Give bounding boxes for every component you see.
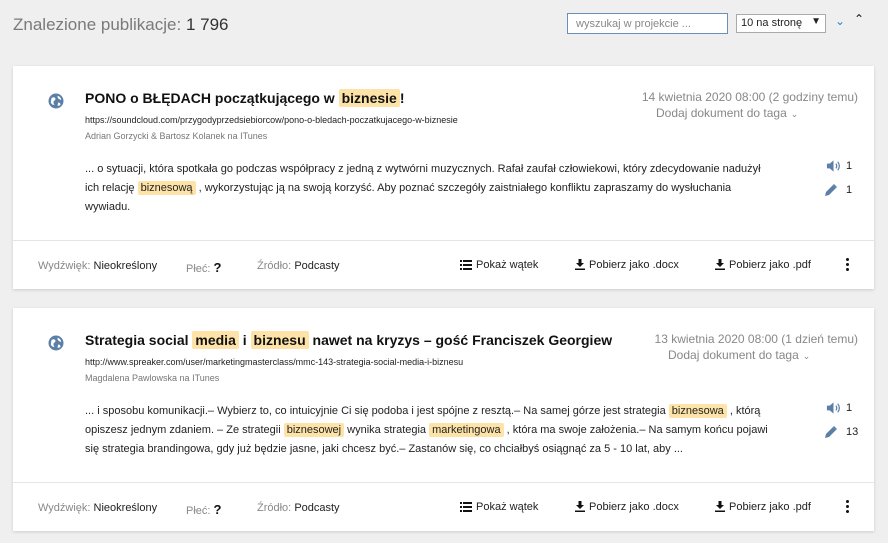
edit-count-value: 13	[846, 426, 859, 438]
result-source: Magdalena Pawlowska na ITunes	[85, 373, 220, 383]
result-footer: Wydźwięk: Nieokreślony Płeć: ? Źródło: P…	[13, 483, 874, 531]
sentiment-field: Wydźwięk: Nieokreślony	[38, 502, 157, 514]
collapse-all-chevron-up-icon[interactable]: ⌃	[854, 12, 864, 26]
show-thread-button[interactable]: Pokaż wątek	[460, 501, 538, 513]
download-pdf-label: Pobierz jako .pdf	[729, 501, 811, 513]
results-count: Znalezione publikacje: 1 796	[13, 15, 229, 35]
chevron-down-icon: ⌄	[790, 109, 799, 119]
result-card: Strategia social media i biznesu nawet n…	[13, 308, 874, 531]
excerpt-highlight: biznesowej	[283, 423, 345, 437]
gender-label: Płeć:	[186, 505, 211, 517]
sentiment-field: Wydźwięk: Nieokreślony	[38, 260, 157, 272]
download-docx-label: Pobierz jako .docx	[589, 259, 679, 271]
title-text: Strategia social	[85, 332, 193, 348]
excerpt-text: wynika strategia	[344, 424, 430, 436]
add-to-tag-dropdown[interactable]: Dodaj dokument do taga ⌄	[656, 106, 798, 120]
source-field: Źródło: Podcasty	[257, 260, 340, 272]
result-url-link[interactable]: http://www.spreaker.com/user/marketingma…	[85, 357, 463, 367]
sentiment-value[interactable]: Nieokreślony	[94, 260, 158, 272]
source-label: Źródło:	[257, 502, 292, 514]
gender-value[interactable]: ?	[214, 502, 222, 517]
sentiment-label: Wydźwięk:	[38, 260, 91, 272]
download-docx-button[interactable]: Pobierz jako .docx	[575, 501, 679, 513]
per-page-value: 10 na stronę	[741, 17, 803, 29]
excerpt-highlight: biznesowa	[668, 404, 727, 418]
result-title-link[interactable]: PONO o BŁĘDACH początkującego w biznesie…	[85, 89, 405, 107]
download-pdf-label: Pobierz jako .pdf	[729, 259, 811, 271]
more-vertical-icon[interactable]	[844, 258, 850, 274]
excerpt-highlight: biznesową	[137, 181, 196, 195]
gender-label: Płeć:	[186, 263, 211, 275]
source-label: Źródło:	[257, 260, 292, 272]
download-pdf-button[interactable]: Pobierz jako .pdf	[715, 501, 811, 513]
edit-count-value: 1	[846, 184, 853, 196]
download-pdf-button[interactable]: Pobierz jako .pdf	[715, 259, 811, 271]
sentiment-value[interactable]: Nieokreślony	[94, 502, 158, 514]
download-icon	[715, 259, 725, 270]
excerpt-text: ... i sposobu komunikacji.– Wybierz to, …	[85, 405, 669, 417]
add-to-tag-label: Dodaj dokument do taga	[656, 106, 787, 120]
show-thread-label: Pokaż wątek	[476, 501, 539, 513]
more-vertical-icon[interactable]	[844, 500, 850, 516]
result-url-link[interactable]: https://soundcloud.com/przygodyprzedsieb…	[85, 115, 458, 125]
globe-icon	[48, 335, 64, 351]
show-thread-button[interactable]: Pokaż wątek	[460, 259, 538, 271]
title-highlight: biznesu	[250, 331, 309, 349]
download-icon	[715, 501, 725, 512]
results-count-label: Znalezione publikacje:	[13, 15, 182, 34]
download-icon	[575, 259, 585, 270]
result-excerpt: ... o sytuacji, która spotkała go podcza…	[85, 160, 771, 217]
sentiment-label: Wydźwięk:	[38, 502, 91, 514]
title-text: !	[399, 90, 405, 106]
pencil-icon	[825, 184, 837, 196]
source-field: Źródło: Podcasty	[257, 502, 340, 514]
download-icon	[575, 501, 585, 512]
add-to-tag-dropdown[interactable]: Dodaj dokument do taga ⌄	[668, 348, 810, 362]
globe-icon	[48, 93, 64, 109]
source-value: Podcasty	[294, 260, 340, 272]
result-date: 14 kwietnia 2020 08:00 (2 godziny temu)	[641, 90, 858, 104]
project-search-input[interactable]	[567, 13, 728, 34]
per-page-select[interactable]: 10 na stronę ▼	[736, 14, 826, 33]
download-docx-label: Pobierz jako .docx	[589, 501, 679, 513]
speaker-icon	[826, 160, 840, 172]
list-icon	[460, 502, 472, 512]
show-thread-label: Pokaż wątek	[476, 259, 539, 271]
chevron-down-icon: ⌄	[802, 351, 811, 361]
source-value: Podcasty	[294, 502, 340, 514]
result-source: Adrian Gorzycki & Bartosz Kolanek na ITu…	[85, 131, 268, 141]
title-highlight: media	[192, 331, 239, 349]
excerpt-highlight: marketingowa	[429, 423, 504, 437]
audio-count-value: 1	[846, 402, 853, 414]
results-toolbar: Znalezione publikacje: 1 796 10 na stron…	[0, 0, 888, 50]
result-date: 13 kwietnia 2020 08:00 (1 dzień temu)	[654, 332, 858, 346]
audio-count-value: 1	[846, 160, 853, 172]
result-excerpt: ... i sposobu komunikacji.– Wybierz to, …	[85, 402, 771, 459]
speaker-icon	[826, 402, 840, 414]
gender-value[interactable]: ?	[214, 260, 222, 275]
add-to-tag-label: Dodaj dokument do taga	[668, 348, 799, 362]
result-card: PONO o BŁĘDACH początkującego w biznesie…	[13, 66, 874, 289]
expand-all-chevron-down-icon[interactable]: ⌄	[835, 14, 845, 28]
title-text: i	[238, 332, 251, 348]
results-count-value: 1 796	[185, 15, 229, 34]
pencil-icon	[825, 426, 837, 438]
title-text: nawet na kryzys – gość Franciszek Georgi…	[308, 332, 613, 348]
gender-field: Płeć: ?	[186, 502, 221, 517]
result-title-link[interactable]: Strategia social media i biznesu nawet n…	[85, 331, 613, 349]
download-docx-button[interactable]: Pobierz jako .docx	[575, 259, 679, 271]
gender-field: Płeć: ?	[186, 260, 221, 275]
title-text: PONO o BŁĘDACH początkującego w	[85, 90, 339, 106]
result-footer: Wydźwięk: Nieokreślony Płeć: ? Źródło: P…	[13, 241, 874, 289]
list-icon	[460, 260, 472, 270]
title-highlight: biznesie	[338, 89, 400, 107]
chevron-down-icon: ▼	[811, 16, 821, 27]
